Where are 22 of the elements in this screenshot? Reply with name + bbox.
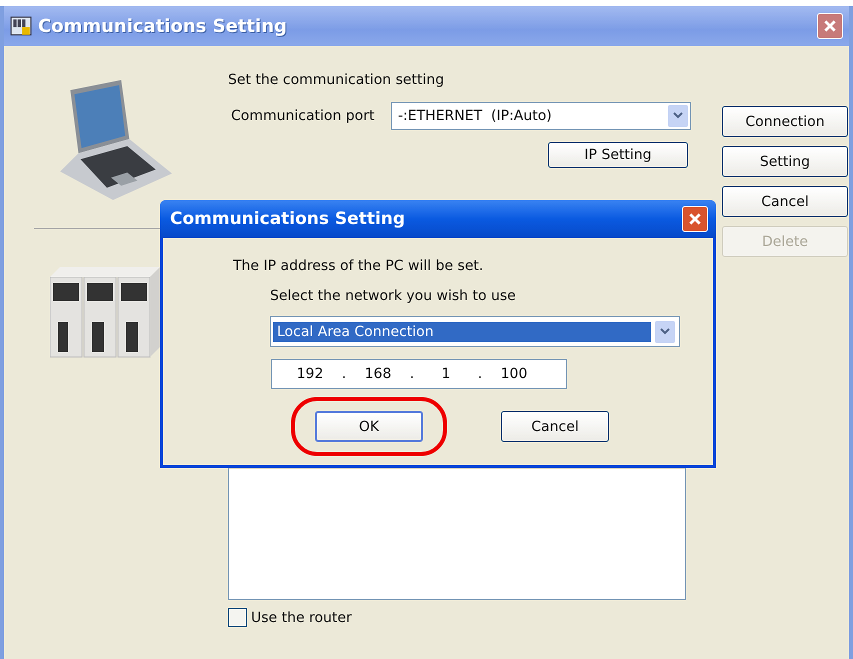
router-checkbox[interactable]: [228, 608, 247, 627]
dialog-title: Communications Setting: [170, 209, 406, 229]
close-icon: [823, 19, 837, 33]
action-button[interactable]: Connection: [722, 106, 848, 137]
close-button[interactable]: [817, 13, 843, 39]
dialog-button[interactable]: Cancel: [501, 411, 609, 442]
heading-text: Set the communication setting: [228, 72, 446, 88]
action-button[interactable]: Setting: [722, 146, 848, 177]
port-label: Communication port: [230, 108, 376, 124]
close-button[interactable]: [682, 206, 708, 232]
network-dropdown[interactable]: Local Area Connection: [270, 316, 680, 347]
dialog-button[interactable]: OK: [315, 411, 423, 442]
app-icon: [10, 15, 32, 37]
dialog-message: The IP address of the PC will be set.: [233, 258, 484, 274]
router-label: Use the router: [251, 610, 352, 626]
ip-address-field[interactable]: 192 . 168 . 1 . 100: [271, 359, 567, 389]
network-label: Select the network you wish to use: [270, 288, 517, 304]
port-dropdown[interactable]: -:ETHERNET (IP:Auto): [391, 102, 691, 130]
ip-setting-button[interactable]: IP Setting: [548, 142, 688, 168]
window-title: Communications Setting: [38, 16, 288, 36]
close-icon: [688, 212, 702, 226]
action-button[interactable]: Cancel: [722, 186, 848, 217]
